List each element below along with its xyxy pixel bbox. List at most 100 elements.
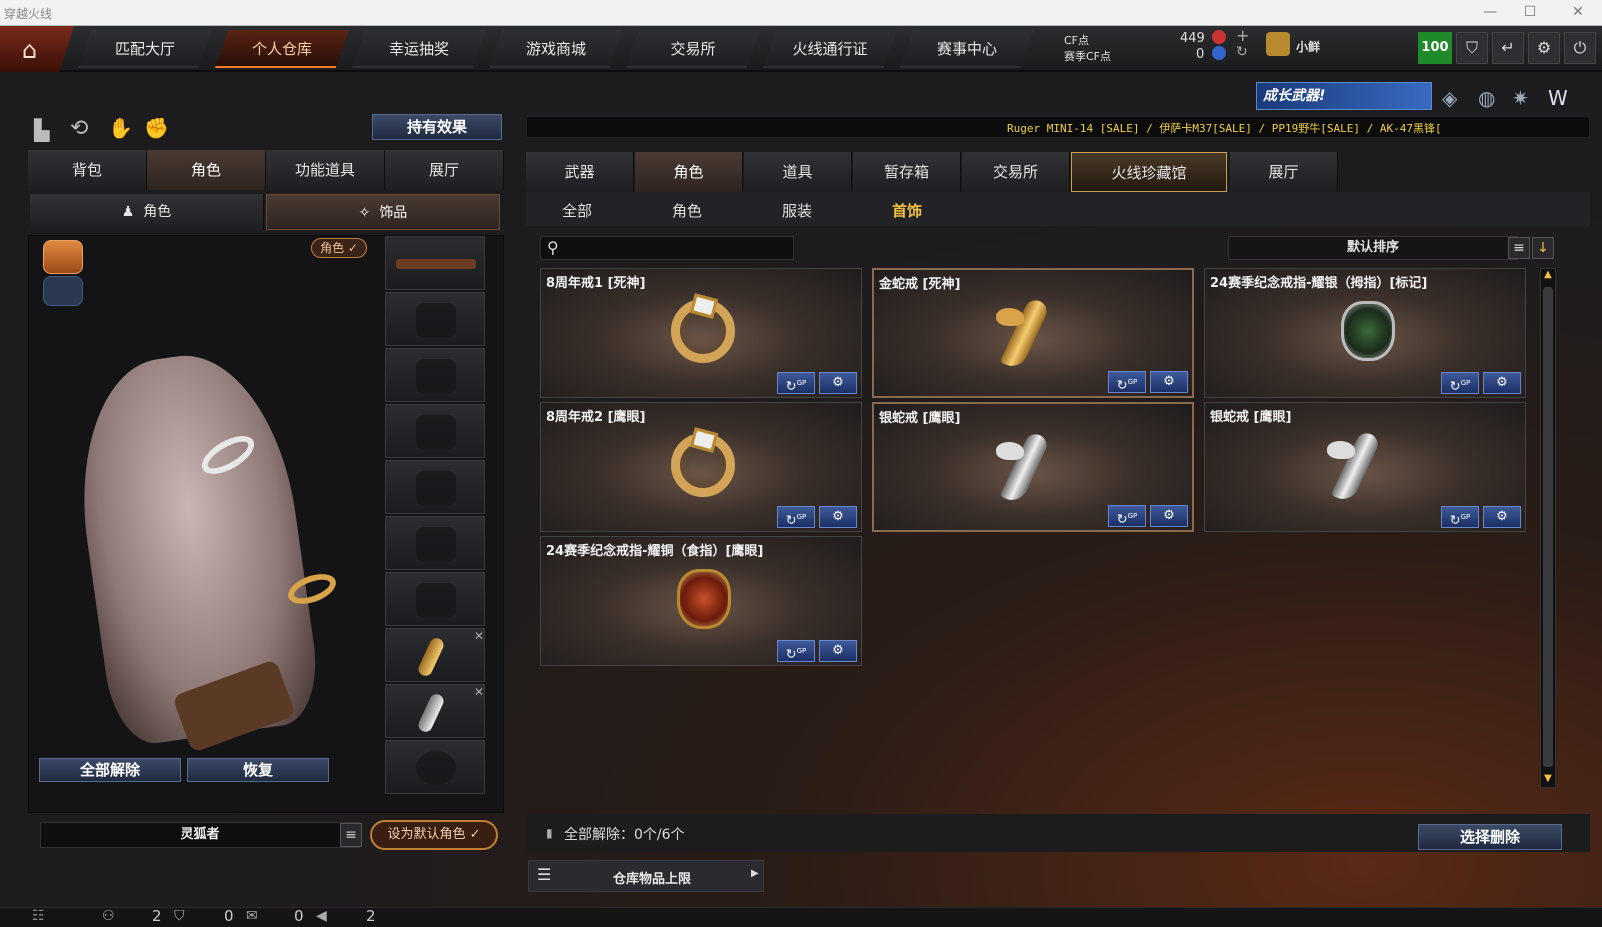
item-settings-gear-icon[interactable]: ⚙ bbox=[1150, 505, 1188, 527]
maximize-button[interactable]: ☐ bbox=[1520, 4, 1540, 20]
ranking-icon[interactable]: ▙ bbox=[34, 118, 49, 142]
gp-convert-button[interactable]: ↻GP bbox=[1108, 505, 1146, 527]
tab-character[interactable]: 角色 bbox=[147, 150, 266, 190]
slot-ring-silver[interactable]: ✕ bbox=[385, 684, 485, 738]
gp-convert-button[interactable]: ↻GP bbox=[1441, 372, 1479, 394]
list-icon[interactable]: ☷ bbox=[32, 908, 45, 924]
growth-weapon-banner[interactable]: 成长武器! bbox=[1256, 82, 1432, 110]
gp-convert-button[interactable]: ↻GP bbox=[777, 506, 815, 528]
item-settings-gear-icon[interactable]: ⚙ bbox=[1483, 506, 1521, 528]
slot-backpack[interactable] bbox=[385, 460, 485, 514]
gp-convert-button[interactable]: ↻GP bbox=[1108, 371, 1146, 393]
slot-glasses[interactable] bbox=[385, 348, 485, 402]
slot-helmet[interactable] bbox=[385, 292, 485, 346]
tab-backpack[interactable]: 背包 bbox=[28, 150, 147, 190]
item-settings-gear-icon[interactable]: ⚙ bbox=[819, 506, 857, 528]
rsubtab-all[interactable]: 全部 bbox=[562, 200, 592, 221]
rtab-storage-box[interactable]: 暂存箱 bbox=[853, 152, 961, 192]
item-card[interactable]: 金蛇戒 [死神] ↻GP ⚙ bbox=[872, 268, 1194, 398]
storage-limit-bar[interactable]: ☰ 仓库物品上限 ▶ bbox=[528, 860, 764, 892]
slot-vest[interactable] bbox=[385, 404, 485, 458]
nav-tab-battle-pass[interactable]: 火线通行证 bbox=[763, 30, 897, 68]
sort-direction-icon[interactable]: ↓ bbox=[1532, 237, 1554, 259]
set-default-role-button[interactable]: 设为默认角色 ✓ bbox=[370, 820, 498, 850]
scroll-down-icon[interactable]: ▼ bbox=[1542, 773, 1554, 785]
item-settings-gear-icon[interactable]: ⚙ bbox=[1483, 372, 1521, 394]
username[interactable]: 小鲜 bbox=[1296, 38, 1320, 55]
holding-effect-button[interactable]: 持有效果 bbox=[372, 114, 502, 140]
scrollbar[interactable]: ▲ ▼ bbox=[1540, 268, 1556, 788]
rtab-showroom[interactable]: 展厅 bbox=[1230, 152, 1338, 192]
minimize-button[interactable]: — bbox=[1480, 4, 1500, 20]
rtab-exchange[interactable]: 交易所 bbox=[962, 152, 1070, 192]
fox-emblem-icon[interactable] bbox=[43, 240, 83, 274]
item-settings-gear-icon[interactable]: ⚙ bbox=[819, 372, 857, 394]
slot-ring-empty[interactable] bbox=[385, 740, 485, 794]
item-settings-gear-icon[interactable]: ⚙ bbox=[819, 640, 857, 662]
rtab-items[interactable]: 道具 bbox=[744, 152, 852, 192]
rtab-collection-hall[interactable]: 火线珍藏馆 bbox=[1071, 152, 1227, 192]
shield-icon[interactable]: ⛉ bbox=[1456, 32, 1488, 64]
nav-tab-lucky-draw[interactable]: 幸运抽奖 bbox=[352, 30, 486, 68]
nav-tab-exchange[interactable]: 交易所 bbox=[626, 30, 760, 68]
menu-icon[interactable]: ≡ bbox=[340, 823, 362, 847]
speaker-icon[interactable]: ◀ bbox=[316, 908, 327, 924]
tab-functional-items[interactable]: 功能道具 bbox=[266, 150, 385, 190]
role-name-field[interactable]: 灵狐者 bbox=[40, 822, 360, 848]
list-view-icon[interactable]: ≡ bbox=[1508, 237, 1530, 259]
unequip-all-button[interactable]: 全部解除 bbox=[39, 758, 181, 782]
power-icon[interactable]: ⏻ bbox=[1564, 32, 1596, 64]
gp-convert-button[interactable]: ↻GP bbox=[1441, 506, 1479, 528]
slot-pants[interactable] bbox=[385, 572, 485, 626]
search-input[interactable]: ⚲ bbox=[540, 236, 794, 260]
clan-shield-icon[interactable]: ⛉ bbox=[174, 908, 185, 924]
select-delete-button[interactable]: 选择删除 bbox=[1418, 824, 1562, 850]
slot-body[interactable] bbox=[385, 516, 485, 570]
rsubtab-clothing[interactable]: 服装 bbox=[782, 200, 812, 221]
refresh-cf-icon[interactable]: ↻ bbox=[1236, 44, 1248, 60]
globe-icon[interactable]: ◍ bbox=[1478, 86, 1495, 110]
item-card[interactable]: 8周年戒1 [死神] ↻GP ⚙ bbox=[540, 268, 862, 398]
nav-tab-match-lobby[interactable]: 匹配大厅 bbox=[78, 30, 212, 68]
restore-button[interactable]: 恢复 bbox=[187, 758, 329, 782]
gp-convert-button[interactable]: ↻GP bbox=[777, 640, 815, 662]
swat-emblem-icon[interactable] bbox=[43, 276, 83, 306]
item-card[interactable]: 银蛇戒 [鹰眼] ↻GP ⚙ bbox=[872, 402, 1194, 532]
star-gear-icon[interactable]: ✷ bbox=[1512, 86, 1529, 110]
v-emblem-icon[interactable]: ◈ bbox=[1442, 86, 1457, 110]
w-logo-icon[interactable]: W bbox=[1548, 86, 1568, 110]
rsubtab-jewelry[interactable]: 首饰 bbox=[892, 200, 922, 221]
item-card[interactable]: 银蛇戒 [鹰眼] ↻GP ⚙ bbox=[1204, 402, 1526, 532]
rtab-character[interactable]: 角色 bbox=[635, 152, 743, 192]
remove-icon[interactable]: ✕ bbox=[474, 685, 484, 699]
rtab-weapons[interactable]: 武器 bbox=[526, 152, 634, 192]
slot-ring-gold[interactable]: ✕ bbox=[385, 628, 485, 682]
chat-icon[interactable]: ✉ bbox=[246, 908, 258, 924]
subtab-accessories[interactable]: ✧ 饰品 bbox=[266, 194, 500, 230]
return-icon[interactable]: ↵ bbox=[1492, 32, 1524, 64]
nav-tab-personal-storage[interactable]: 个人仓库 bbox=[215, 30, 349, 68]
rsubtab-character[interactable]: 角色 bbox=[672, 200, 702, 221]
add-cf-icon[interactable]: + bbox=[1236, 26, 1249, 45]
sort-dropdown[interactable]: 默认排序 bbox=[1228, 236, 1518, 260]
role-badge[interactable]: 角色 ✓ bbox=[311, 238, 367, 258]
gp-convert-button[interactable]: ↻GP bbox=[777, 372, 815, 394]
home-button[interactable]: ⌂ bbox=[0, 26, 74, 72]
close-window-button[interactable]: ✕ bbox=[1568, 4, 1588, 20]
item-card[interactable]: 24赛季纪念戒指-耀铜（食指）[鹰眼] ↻GP ⚙ bbox=[540, 536, 862, 666]
scroll-thumb[interactable] bbox=[1543, 287, 1553, 767]
item-card[interactable]: 8周年戒2 [鹰眼] ↻GP ⚙ bbox=[540, 402, 862, 532]
rotate-icon[interactable]: ⟲ bbox=[70, 116, 88, 141]
pose-icon[interactable]: ✋ bbox=[108, 116, 133, 140]
slot-weapon[interactable] bbox=[385, 236, 485, 290]
scroll-up-icon[interactable]: ▲ bbox=[1542, 269, 1554, 281]
subtab-character[interactable]: ♟ 角色 bbox=[30, 194, 264, 230]
item-card[interactable]: 24赛季纪念戒指-耀银（拇指）[标记] ↻GP ⚙ bbox=[1204, 268, 1526, 398]
glove-icon[interactable]: ✊ bbox=[144, 116, 169, 140]
friends-icon[interactable]: ⚇ bbox=[102, 908, 115, 924]
tab-showroom[interactable]: 展厅 bbox=[385, 150, 504, 190]
item-settings-gear-icon[interactable]: ⚙ bbox=[1150, 371, 1188, 393]
nav-tab-game-mall[interactable]: 游戏商城 bbox=[489, 30, 623, 68]
nav-tab-event-center[interactable]: 赛事中心 bbox=[900, 30, 1034, 68]
settings-icon[interactable]: ⚙ bbox=[1528, 32, 1560, 64]
